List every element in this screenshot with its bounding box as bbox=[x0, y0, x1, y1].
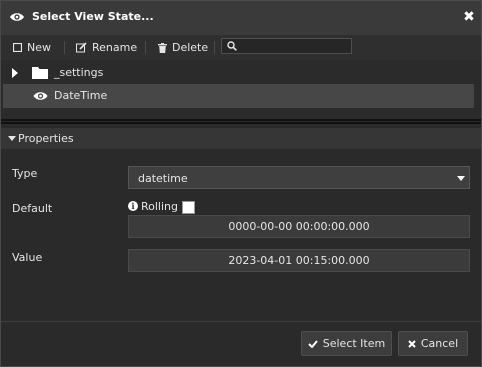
close-icon[interactable]: ✖ bbox=[462, 7, 476, 27]
search-input[interactable] bbox=[240, 39, 350, 53]
select-item-button[interactable]: Select Item bbox=[301, 331, 392, 356]
new-button[interactable]: New bbox=[13, 38, 51, 57]
toolbar-divider bbox=[214, 41, 215, 54]
toolbar-divider bbox=[64, 41, 65, 54]
tree-item-label: _settings bbox=[54, 66, 104, 79]
tree-item-settings[interactable]: _settings bbox=[3, 61, 474, 85]
new-label: New bbox=[27, 41, 51, 54]
title-bar: Select View State... ✖ bbox=[1, 1, 481, 35]
splitter-line bbox=[1, 119, 481, 121]
check-icon bbox=[308, 339, 318, 348]
delete-label: Delete bbox=[172, 41, 209, 54]
cancel-label: Cancel bbox=[420, 337, 459, 350]
new-icon bbox=[13, 43, 22, 52]
properties-title: Properties bbox=[18, 132, 74, 145]
eye-icon bbox=[10, 13, 24, 21]
cancel-button[interactable]: Cancel bbox=[398, 331, 468, 356]
select-item-label: Select Item bbox=[322, 337, 386, 350]
splitter-line bbox=[1, 122, 481, 124]
search-icon bbox=[227, 41, 237, 51]
properties-header[interactable]: Properties bbox=[1, 128, 481, 149]
eye-icon bbox=[33, 92, 48, 100]
type-select-value: datetime bbox=[138, 172, 188, 185]
rolling-label: Rolling bbox=[141, 200, 179, 213]
trash-icon bbox=[158, 42, 167, 53]
collapse-arrow-icon bbox=[8, 136, 16, 141]
view-state-tree: _settings DateTime bbox=[1, 60, 481, 118]
info-icon[interactable]: i bbox=[128, 201, 138, 211]
type-label: Type bbox=[12, 167, 38, 180]
rename-button[interactable]: Rename bbox=[76, 38, 137, 57]
type-select[interactable]: datetime bbox=[128, 166, 470, 189]
select-view-state-dialog: Select View State... ✖ New Rename Delete bbox=[0, 0, 482, 367]
close-icon bbox=[408, 339, 416, 348]
toolbar-divider bbox=[145, 41, 146, 54]
search-box[interactable] bbox=[221, 38, 352, 54]
tree-item-label: DateTime bbox=[54, 89, 108, 102]
delete-button[interactable]: Delete bbox=[158, 38, 208, 57]
rename-label: Rename bbox=[92, 41, 138, 54]
dialog-title: Select View State... bbox=[32, 10, 154, 23]
value-field[interactable]: 2023-04-01 00:15:00.000 bbox=[128, 249, 470, 272]
chevron-down-icon bbox=[457, 176, 465, 181]
panel-splitter[interactable] bbox=[1, 118, 481, 124]
folder-icon bbox=[32, 67, 48, 79]
rolling-checkbox[interactable] bbox=[182, 201, 195, 214]
default-value-field[interactable]: 0000-00-00 00:00:00.000 bbox=[128, 215, 470, 238]
value-label: Value bbox=[12, 251, 43, 264]
default-label: Default bbox=[12, 202, 53, 215]
expand-arrow-icon[interactable] bbox=[12, 68, 18, 78]
footer-divider bbox=[1, 321, 481, 322]
tree-item-datetime[interactable]: DateTime bbox=[3, 84, 474, 108]
pencil-icon bbox=[76, 42, 87, 53]
